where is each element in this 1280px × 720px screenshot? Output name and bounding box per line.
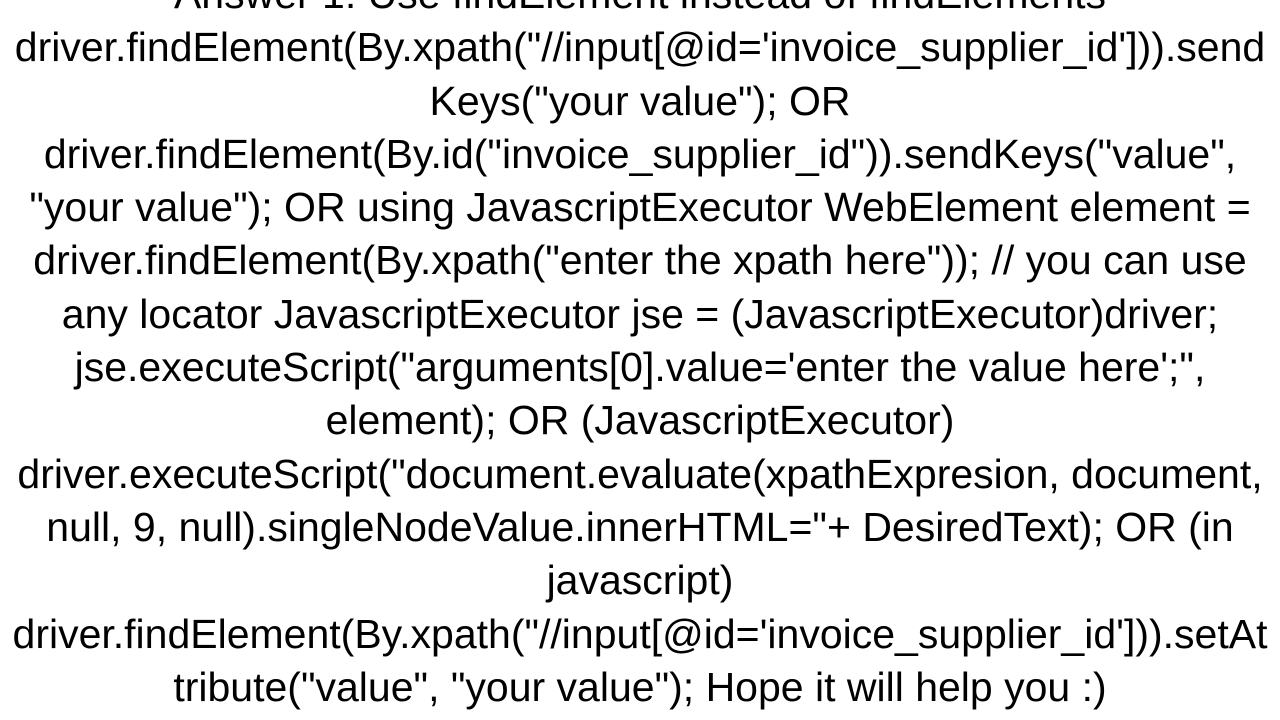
answer-text-block: Answer 1: Use findElement instead of fin…: [0, 0, 1280, 714]
